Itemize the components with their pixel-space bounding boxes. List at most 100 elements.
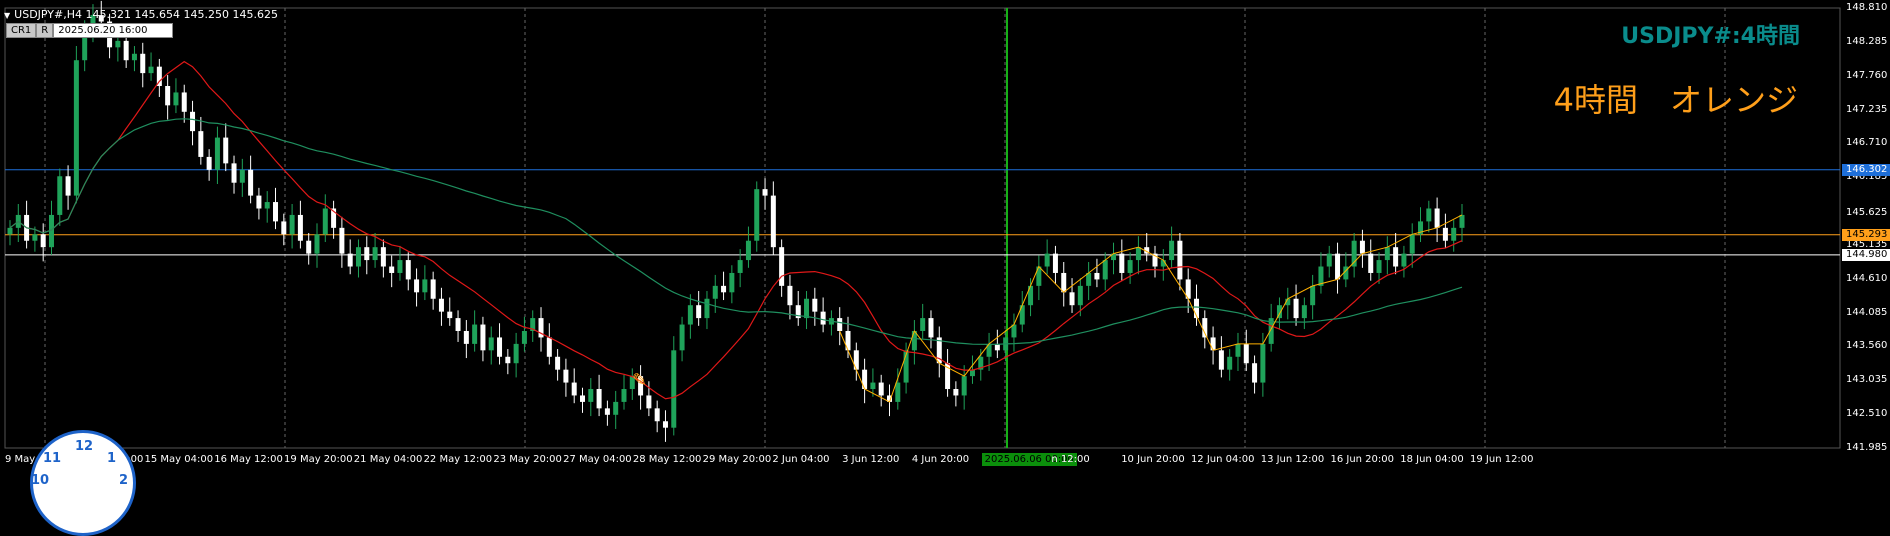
candle-body [1442,227,1448,241]
candle-body [1401,253,1407,267]
chart-frame [4,7,1841,449]
candle-body [140,53,146,74]
candle-body [355,247,361,267]
candle-body [1335,253,1341,280]
candle-body [521,330,527,344]
candle-body [679,324,685,351]
collapse-arrow-icon[interactable]: ▼ [4,11,10,20]
candle-body [1135,247,1141,261]
candle-body [306,240,312,254]
candle-body [32,234,38,241]
candle-body [729,272,735,293]
date-field[interactable]: 2025.06.20 16:00 [53,22,174,38]
candle-body [1301,305,1307,319]
candle-body [596,389,602,409]
candle-body [1044,253,1050,267]
candle-body [173,92,179,106]
candle-body [621,389,627,402]
candle-body [430,279,436,299]
candle-body [870,382,876,390]
y-tick-label: 147.235 [1846,103,1888,115]
x-tick-label: 13 Jun 12:00 [1260,454,1325,465]
candle-body [546,337,552,357]
candle-body [480,324,486,351]
candle-body [455,318,461,331]
candle-body [1459,214,1465,228]
x-tick-label: 19 Jun 12:00 [1470,454,1534,465]
candle-body [1252,363,1258,383]
candle-body [123,40,129,61]
candle-body [347,253,353,267]
symbol-header: ▼ USDJPY#,H4 145.321 145.654 145.250 145.… [4,8,278,21]
candle-body [1293,298,1299,319]
y-tick-label: 143.560 [1846,340,1888,352]
candle-body [190,111,196,132]
y-tick-label: 143.035 [1846,374,1888,386]
candle-body [372,247,378,261]
candle-body [721,285,727,293]
candle-body [563,369,569,383]
candle-body [895,382,901,402]
candle-body [397,260,403,273]
candle-body [1326,253,1332,267]
candle-body [297,214,303,241]
candle-body [181,92,187,112]
candle-body [447,311,453,319]
candle-body [1235,343,1241,357]
clock-twelve: 12 [75,439,94,454]
candle-body [422,279,428,293]
x-tick-label: 16 May 12:00 [214,454,283,465]
candle-body [671,350,677,428]
y-tick-label: 142.510 [1846,408,1888,420]
candle-body [322,208,328,235]
candle-body [115,40,121,48]
x-tick-label: 19 May 20:00 [284,454,353,465]
candle-body [1451,227,1457,241]
candle-body [687,305,693,325]
candle-body [754,189,760,241]
clock-ten: 10 [31,473,50,488]
candle-body [505,356,511,364]
candle-body [588,389,594,402]
y-tick-label: 148.810 [1846,2,1888,13]
candle-body [712,285,718,299]
zigzag-line [839,214,1463,403]
clock-eleven: 11 [43,451,62,466]
candle-body [787,285,793,306]
analog-clock: 12 1 2 11 10 [30,430,136,536]
candle-body [273,202,279,222]
candle-body [1218,350,1224,370]
y-tick-label: 145.625 [1846,207,1888,219]
y-tick-label: 141.985 [1846,442,1888,453]
candle-body [1243,343,1249,364]
candle-body [1169,240,1175,261]
x-tick-label: n 12:00 [1051,454,1090,465]
price-chart[interactable] [0,0,1890,472]
candle-body [513,343,519,364]
x-tick-label: 18 Jun 04:00 [1400,454,1464,465]
candle-body [745,240,751,261]
candle-body [472,324,478,344]
candle-body [1061,272,1067,293]
r-button[interactable]: R [36,22,54,38]
candle-body [662,421,668,428]
x-tick-label: 22 May 12:00 [423,454,493,465]
candle-body [920,318,926,331]
candle-body [1434,208,1440,228]
candle-body [837,318,843,331]
candle-body [281,221,287,235]
candle-body [812,298,818,312]
candle-body [1069,292,1075,306]
candle-body [1368,253,1374,273]
candle-body [1094,272,1100,280]
candle-body [389,266,395,273]
crosshair-tool-icon[interactable]: ✎ [632,370,647,391]
cr-button[interactable]: CR1 [6,22,37,38]
candle-body [1409,234,1415,254]
candle-body [1052,253,1058,273]
candle-body [737,260,743,273]
x-tick-label: 10 Jun 20:00 [1121,454,1185,465]
price-badge-blue: 146.302 [1842,163,1890,176]
candle-body [1227,356,1233,370]
candle-body [314,234,320,254]
